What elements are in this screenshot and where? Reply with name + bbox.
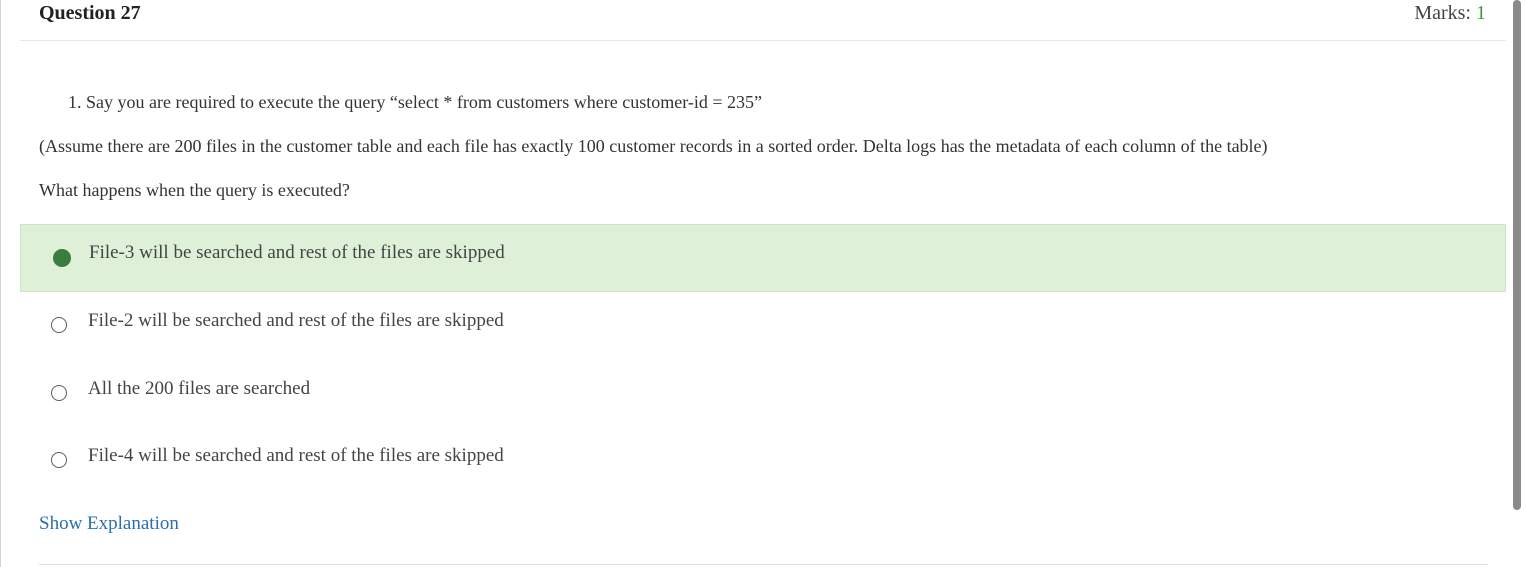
question-stem-line-1: 1. Say you are required to execute the q… [68,92,763,112]
radio-empty-icon[interactable] [51,385,67,401]
answer-option-label: File-4 will be searched and rest of the … [88,445,504,466]
question-card: Question 27 Marks: 1 1. Say you are requ… [20,0,1506,567]
marks-label: Marks: [1414,2,1476,24]
answer-option-label: File-2 will be searched and rest of the … [88,310,504,331]
answer-option[interactable]: All the 200 files are searched [20,361,1506,429]
question-stem-line-3: What happens when the query is executed? [39,180,350,200]
radio-empty-icon[interactable] [51,317,67,333]
answer-option-label: All the 200 files are searched [88,378,311,399]
marks-indicator: Marks: 1 [1414,2,1486,25]
scrollbar-track[interactable] [1510,0,1526,567]
left-border [0,0,1,567]
marks-value: 1 [1476,2,1486,24]
radio-empty-icon[interactable] [51,452,67,468]
radio-selected-icon[interactable] [53,249,71,267]
show-explanation-link[interactable]: Show Explanation [39,513,179,535]
question-stem-line-2: (Assume there are 200 files in the custo… [39,136,1268,156]
answer-option-label: File-3 will be searched and rest of the … [89,242,505,263]
quiz-page: Question 27 Marks: 1 1. Say you are requ… [0,0,1526,567]
answer-option-selected[interactable]: File-3 will be searched and rest of the … [20,224,1506,292]
question-title: Question 27 [39,2,141,24]
question-header: Question 27 Marks: 1 [20,0,1506,41]
bottom-divider [39,564,1488,565]
answer-option[interactable]: File-2 will be searched and rest of the … [20,293,1506,361]
answer-option[interactable]: File-4 will be searched and rest of the … [20,428,1506,496]
scrollbar-thumb[interactable] [1513,0,1521,510]
